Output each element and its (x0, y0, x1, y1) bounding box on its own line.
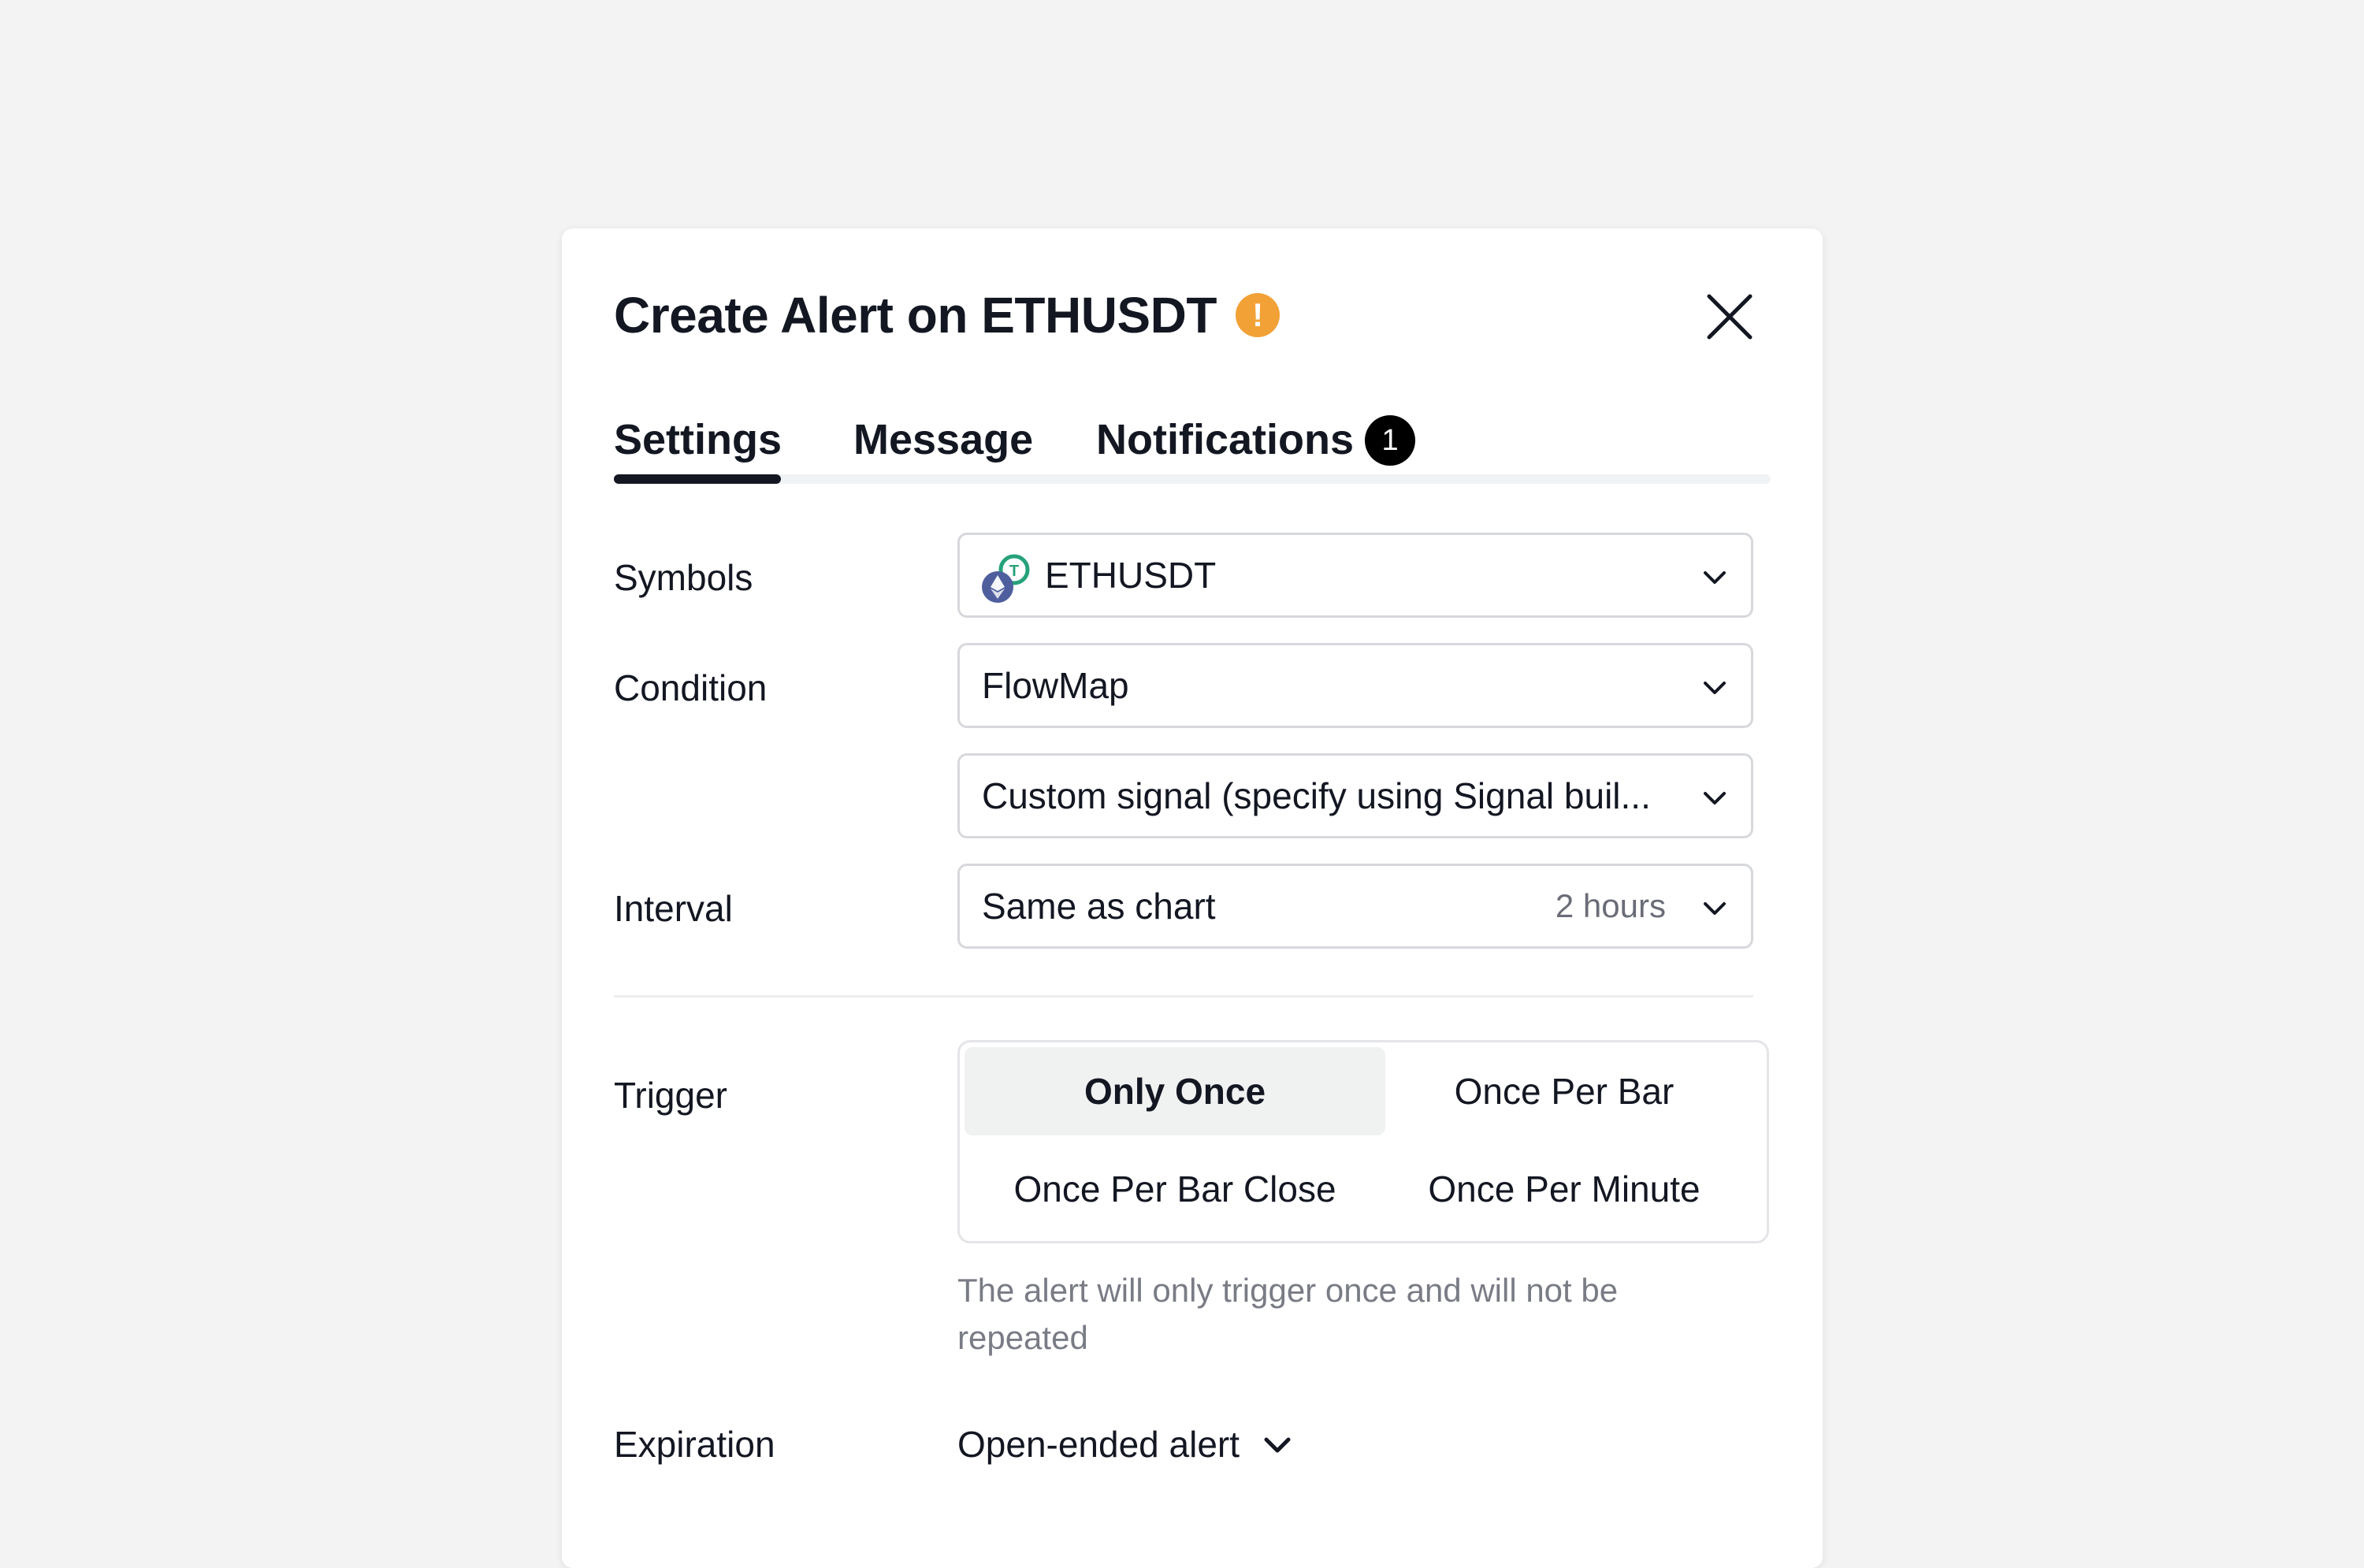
tab-settings[interactable]: Settings (614, 408, 782, 471)
trigger-once-per-bar[interactable]: Once Per Bar (1369, 1047, 1760, 1135)
chevron-down-icon (1704, 902, 1726, 915)
signal-select[interactable]: Custom signal (specify using Signal buil… (957, 753, 1753, 838)
dialog-title: Create Alert on ETHUSDT (614, 287, 1217, 344)
svg-text:T: T (1009, 563, 1019, 580)
interval-value: Same as chart (982, 886, 1216, 927)
chevron-down-icon (1704, 682, 1726, 694)
create-alert-dialog: Create Alert on ETHUSDT ! Settings Messa… (562, 229, 1823, 1568)
tab-notifications-label: Notifications (1096, 416, 1355, 463)
section-divider (614, 995, 1753, 998)
eth-usdt-coin-icon: T (982, 554, 1030, 603)
symbols-select[interactable]: T ETHUSDT (957, 533, 1753, 618)
trigger-label: Trigger (614, 1075, 727, 1116)
tab-message[interactable]: Message (853, 408, 1033, 471)
condition-label: Condition (614, 667, 768, 708)
tab-track (614, 474, 1771, 484)
warning-icon[interactable]: ! (1235, 293, 1280, 337)
symbols-value: ETHUSDT (1045, 555, 1217, 596)
chevron-down-icon (1704, 571, 1726, 584)
signal-value: Custom signal (specify using Signal buil… (982, 775, 1651, 816)
trigger-segmented-control: Only Once Once Per Bar Once Per Bar Clos… (957, 1040, 1769, 1243)
trigger-only-once[interactable]: Only Once (965, 1047, 1385, 1135)
tab-bar: Settings Message Notifications 1 (614, 408, 1771, 484)
tab-active-indicator (614, 474, 781, 484)
symbols-label: Symbols (614, 557, 753, 598)
trigger-help-text: The alert will only trigger once and wil… (957, 1272, 1619, 1356)
trigger-once-per-minute[interactable]: Once Per Minute (1369, 1145, 1760, 1233)
tab-notifications[interactable]: Notifications 1 (1096, 408, 1416, 471)
chevron-down-icon (1264, 1437, 1291, 1453)
dialog-title-row: Create Alert on ETHUSDT ! (614, 284, 1280, 347)
trigger-once-per-bar-close[interactable]: Once Per Bar Close (965, 1145, 1385, 1233)
notifications-count-badge: 1 (1365, 415, 1416, 466)
condition-select[interactable]: FlowMap (957, 643, 1753, 728)
close-icon[interactable] (1704, 292, 1755, 342)
interval-label: Interval (614, 888, 733, 929)
interval-select[interactable]: Same as chart 2 hours (957, 864, 1753, 949)
chevron-down-icon (1704, 792, 1726, 804)
expiration-value: Open-ended alert (957, 1424, 1240, 1465)
interval-hint: 2 hours (1555, 887, 1666, 924)
expiration-label: Expiration (614, 1424, 775, 1465)
condition-value: FlowMap (982, 665, 1129, 706)
expiration-dropdown[interactable]: Open-ended alert (957, 1421, 1295, 1468)
